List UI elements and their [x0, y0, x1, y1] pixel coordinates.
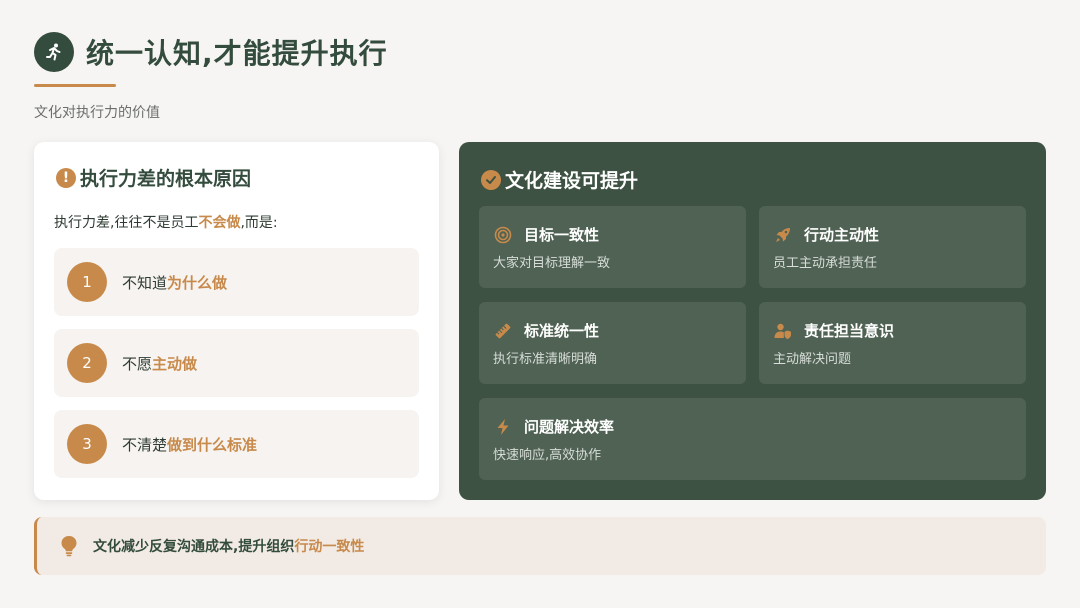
description-highlight: 不会做: [198, 215, 241, 231]
title-underline: [34, 84, 116, 87]
reason-highlight: 做到什么标准: [167, 435, 258, 454]
benefit-item-goal-alignment: 目标一致性 大家对目标理解一致: [479, 206, 746, 288]
summary-banner: 文化减少反复沟通成本,提升组织行动一致性: [34, 517, 1046, 575]
header: 统一认知,才能提升执行: [34, 32, 388, 72]
benefit-description: 员工主动承担责任: [773, 256, 878, 271]
benefit-item-responsibility: 责任担当意识 主动解决问题: [759, 302, 1026, 384]
benefit-title: 标准统一性: [524, 322, 600, 340]
benefit-title: 责任担当意识: [804, 322, 895, 340]
page-title: 统一认知,才能提升执行: [86, 37, 388, 70]
reason-number-badge: 2: [67, 343, 107, 383]
benefit-description: 快速响应,高效协作: [493, 448, 602, 463]
reason-number-badge: 3: [67, 424, 107, 464]
benefit-description: 大家对目标理解一致: [493, 256, 611, 271]
benefit-description: 执行标准清晰明确: [493, 352, 598, 367]
summary-prefix: 文化减少反复沟通成本,提升组织: [93, 539, 295, 555]
benefit-head: 问题解决效率: [493, 416, 1026, 437]
reason-number-badge: 1: [67, 262, 107, 302]
root-causes-heading: ! 执行力差的根本原因: [56, 164, 419, 191]
reason-prefix: 不愿: [122, 354, 153, 373]
benefit-head: 责任担当意识: [773, 320, 1026, 341]
reason-text: 不愿主动做: [122, 353, 197, 374]
benefit-title: 行动主动性: [804, 226, 880, 244]
benefits-title: 文化建设可提升: [505, 170, 639, 192]
reason-highlight: 为什么做: [167, 273, 228, 292]
benefit-description: 主动解决问题: [773, 352, 852, 367]
reason-prefix: 不知道: [122, 273, 168, 292]
root-causes-description: 执行力差,往往不是员工不会做,而是:: [54, 212, 419, 232]
page-subtitle: 文化对执行力的价值: [34, 105, 160, 121]
benefit-title: 目标一致性: [524, 226, 600, 244]
description-suffix: ,而是:: [240, 215, 278, 231]
benefit-item-initiative: 行动主动性 员工主动承担责任: [759, 206, 1026, 288]
reason-text: 不知道为什么做: [122, 272, 227, 293]
running-person-icon: [34, 32, 74, 72]
user-shield-icon: [773, 321, 793, 341]
reason-item: 1 不知道为什么做: [54, 248, 419, 316]
root-causes-card: ! 执行力差的根本原因 执行力差,往往不是员工不会做,而是: 1 不知道为什么做…: [34, 142, 439, 500]
root-causes-title: 执行力差的根本原因: [80, 168, 252, 190]
reason-item: 2 不愿主动做: [54, 329, 419, 397]
reason-text: 不清楚做到什么标准: [122, 434, 257, 455]
summary-highlight: 行动一致性: [294, 539, 365, 555]
benefit-title: 问题解决效率: [524, 418, 615, 436]
lightbulb-icon: [59, 535, 79, 557]
exclamation-icon: !: [56, 167, 76, 188]
reason-item: 3 不清楚做到什么标准: [54, 410, 419, 478]
benefit-head: 标准统一性: [493, 320, 746, 341]
benefit-head: 目标一致性: [493, 224, 746, 245]
benefit-item-efficiency: 问题解决效率 快速响应,高效协作: [479, 398, 1026, 480]
benefit-head: 行动主动性: [773, 224, 1026, 245]
reason-highlight: 主动做: [152, 354, 198, 373]
description-prefix: 执行力差,往往不是员工: [54, 215, 199, 231]
summary-text: 文化减少反复沟通成本,提升组织行动一致性: [93, 536, 364, 556]
lightning-icon: [493, 417, 513, 437]
check-circle-icon: [481, 169, 501, 190]
rocket-icon: [773, 225, 793, 245]
benefits-card: 文化建设可提升 目标一致性 大家对目标理解一致 行动主动性 员工主动承担责任 标…: [459, 142, 1046, 500]
reason-prefix: 不清楚: [122, 435, 168, 454]
benefits-heading: 文化建设可提升: [481, 166, 638, 193]
target-icon: [493, 225, 513, 245]
ruler-icon: [493, 321, 513, 341]
benefit-item-standards: 标准统一性 执行标准清晰明确: [479, 302, 746, 384]
